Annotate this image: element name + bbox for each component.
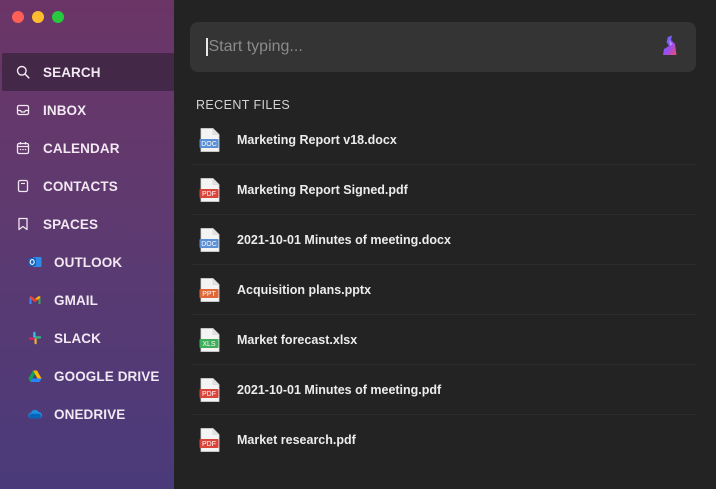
pdf-file-icon: PDF [199,377,221,403]
onedrive-icon [28,407,42,421]
calendar-icon [16,141,30,155]
doc-file-icon: DOC [199,227,221,253]
file-type-label: PDF [202,191,216,198]
file-type-label: PDF [202,441,216,448]
google-drive-icon [28,369,42,383]
sidebar-item-label: GOOGLE DRIVE [54,368,160,384]
sidebar-item-search[interactable]: SEARCH [2,53,174,91]
app-logo-icon [663,35,677,55]
sidebar-item-contacts[interactable]: CONTACTS [0,167,174,205]
window-controls [12,11,64,23]
file-name: 2021-10-01 Minutes of meeting.pdf [237,382,442,397]
file-type-label: DOC [201,141,217,148]
doc-file-icon: DOC [199,127,221,153]
app-window: SEARCH INBOX CALENDAR CONTACTS SPACES OU… [0,0,716,489]
sidebar-item-google-drive[interactable]: GOOGLE DRIVE [0,357,174,395]
sidebar-item-label: OUTLOOK [54,254,123,270]
search-input[interactable] [208,38,649,56]
file-name: Market forecast.xlsx [237,332,358,347]
sidebar-item-label: ONEDRIVE [54,406,126,422]
sidebar-item-label: CALENDAR [43,140,120,156]
recent-files-list: DOC Marketing Report v18.docx PDF Marketing… [192,115,696,465]
file-name: Acquisition plans.pptx [237,282,372,297]
text-cursor [206,38,208,56]
xls-file-icon: XLS [199,327,221,353]
sidebar-item-label: GMAIL [54,292,98,308]
sidebar-item-label: SEARCH [43,64,101,80]
zoom-window-button[interactable] [52,11,64,23]
file-type-label: DOC [201,241,217,248]
file-type-label: PDF [202,391,216,398]
file-row[interactable]: PDF 2021-10-01 Minutes of meeting.pdf [192,365,696,415]
outlook-icon [28,255,42,269]
pdf-file-icon: PDF [199,427,221,453]
minimize-window-button[interactable] [32,11,44,23]
sidebar-item-label: INBOX [43,102,87,118]
file-type-label: XLS [202,341,216,348]
file-name: Marketing Report v18.docx [237,132,397,147]
recent-files-heading: RECENT FILES [196,98,291,112]
sidebar-item-slack[interactable]: SLACK [0,319,174,357]
sidebar-item-label: SLACK [54,330,101,346]
search-bar[interactable] [190,22,696,72]
ppt-file-icon: PPT [199,277,221,303]
sidebar-nav: SEARCH INBOX CALENDAR CONTACTS SPACES OU… [0,53,174,433]
file-row[interactable]: XLS Market forecast.xlsx [192,315,696,365]
sidebar-item-label: SPACES [43,216,99,232]
main-panel: RECENT FILES DOC Marketing Report v18.doc… [174,0,716,489]
file-name: 2021-10-01 Minutes of meeting.docx [237,232,451,247]
close-window-button[interactable] [12,11,24,23]
file-row[interactable]: PDF Market research.pdf [192,415,696,465]
file-row[interactable]: PPT Acquisition plans.pptx [192,265,696,315]
file-name: Market research.pdf [237,433,356,447]
sidebar-item-label: CONTACTS [43,178,118,194]
sidebar-item-outlook[interactable]: OUTLOOK [0,243,174,281]
sidebar-item-gmail[interactable]: GMAIL [0,281,174,319]
sidebar-item-spaces[interactable]: SPACES [0,205,174,243]
slack-icon [28,331,42,345]
search-icon [16,65,30,79]
sidebar-item-onedrive[interactable]: ONEDRIVE [0,395,174,433]
pdf-file-icon: PDF [199,177,221,203]
sidebar-item-inbox[interactable]: INBOX [0,91,174,129]
sidebar: SEARCH INBOX CALENDAR CONTACTS SPACES OU… [0,0,174,489]
gmail-icon [28,293,42,307]
file-row[interactable]: DOC Marketing Report v18.docx [192,115,696,165]
bookmark-icon [16,217,30,231]
file-name: Marketing Report Signed.pdf [237,182,408,197]
sidebar-item-calendar[interactable]: CALENDAR [0,129,174,167]
file-type-label: PPT [202,291,216,298]
inbox-icon [16,103,30,117]
file-row[interactable]: PDF Marketing Report Signed.pdf [192,165,696,215]
file-row[interactable]: DOC 2021-10-01 Minutes of meeting.docx [192,215,696,265]
contacts-icon [16,179,30,193]
